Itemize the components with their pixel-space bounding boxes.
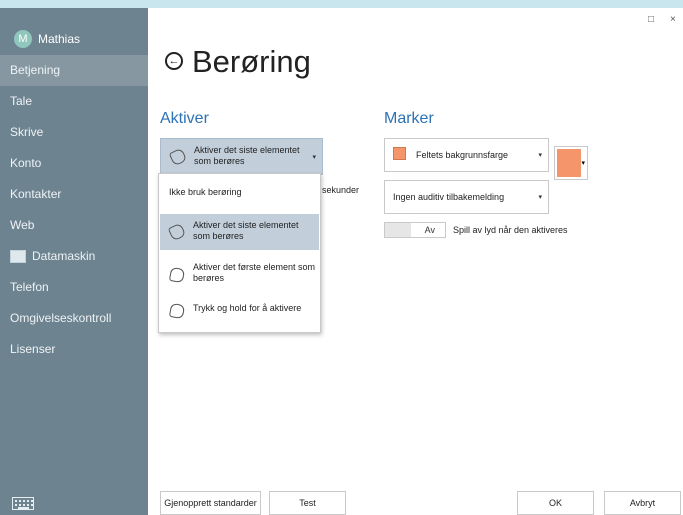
menu-item-activate-first[interactable]: Aktiver det første element som berøres — [160, 256, 319, 290]
toggle-knob — [385, 223, 411, 237]
sidebar-item-datamaskin[interactable]: Datamaskin — [0, 241, 148, 272]
cancel-button[interactable]: Avbryt — [604, 491, 681, 515]
activation-mode-menu: Ikke bruk berøring Aktiver det siste ele… — [158, 173, 321, 333]
ok-button[interactable]: OK — [517, 491, 594, 515]
hand-touch-icon — [168, 147, 188, 167]
sidebar-item-betjening[interactable]: Betjening — [0, 55, 148, 86]
user-name: Mathias — [38, 32, 81, 46]
sidebar-item-omgivelseskontroll[interactable]: Omgivelseskontroll — [0, 303, 148, 334]
hand-touch-icon — [167, 222, 187, 242]
page-title: Berøring — [192, 44, 311, 79]
highlight-mode-dropdown[interactable]: Feltets bakgrunnsfarge ▾ — [384, 138, 549, 172]
seconds-label: sekunder — [322, 185, 360, 195]
sidebar-item-lisenser[interactable]: Lisenser — [0, 334, 148, 365]
maximize-button[interactable]: □ — [648, 14, 654, 25]
close-button[interactable]: × — [670, 14, 676, 25]
keyboard-icon[interactable] — [12, 497, 34, 510]
color-swatch-icon — [393, 147, 406, 160]
mark-heading: Marker — [384, 110, 434, 127]
monitor-icon — [10, 250, 26, 264]
sidebar-item-label: Datamaskin — [32, 249, 96, 263]
color-swatch — [557, 149, 581, 177]
sidebar: M Mathias Betjening Tale Skrive Konto Ko… — [0, 8, 148, 515]
menu-item-press-hold[interactable]: Trykk og hold for å aktivere — [160, 296, 319, 322]
color-picker[interactable]: ▾ — [554, 146, 588, 180]
sound-toggle-label: Spill av lyd når den aktiveres — [453, 225, 568, 235]
hand-press-icon — [168, 302, 186, 320]
hand-point-icon — [168, 266, 186, 284]
activate-heading: Aktiver — [160, 110, 209, 127]
chevron-down-icon: ▾ — [581, 160, 585, 167]
sidebar-item-telefon[interactable]: Telefon — [0, 272, 148, 303]
sidebar-item-tale[interactable]: Tale — [0, 86, 148, 117]
reset-defaults-button[interactable]: Gjenopprett standarder — [160, 491, 261, 515]
sidebar-item-konto[interactable]: Konto — [0, 148, 148, 179]
chevron-down-icon: ▾ — [312, 153, 316, 161]
menu-item-no-touch[interactable]: Ikke bruk berøring — [160, 174, 319, 211]
sidebar-item-web[interactable]: Web — [0, 210, 148, 241]
user-profile[interactable]: M Mathias — [14, 30, 80, 48]
chevron-down-icon: ▾ — [538, 194, 542, 201]
main-panel: □ × ← Berøring Aktiver Aktiver det siste… — [148, 8, 683, 515]
sidebar-item-kontakter[interactable]: Kontakter — [0, 179, 148, 210]
chevron-down-icon: ▾ — [538, 152, 542, 159]
sidebar-item-skrive[interactable]: Skrive — [0, 117, 148, 148]
dropdown-value: Aktiver det siste elementet som berøres — [194, 145, 300, 166]
avatar: M — [14, 30, 32, 48]
back-arrow-icon[interactable]: ← — [165, 52, 183, 70]
activation-mode-dropdown[interactable]: Aktiver det siste elementet som berøres ▾ — [160, 138, 323, 175]
audio-feedback-dropdown[interactable]: Ingen auditiv tilbakemelding ▾ — [384, 180, 549, 214]
sound-toggle[interactable]: Av — [384, 222, 446, 238]
test-button[interactable]: Test — [269, 491, 346, 515]
menu-item-activate-last[interactable]: Aktiver det siste elementet som berøres — [160, 214, 319, 250]
title-strip — [0, 0, 683, 8]
